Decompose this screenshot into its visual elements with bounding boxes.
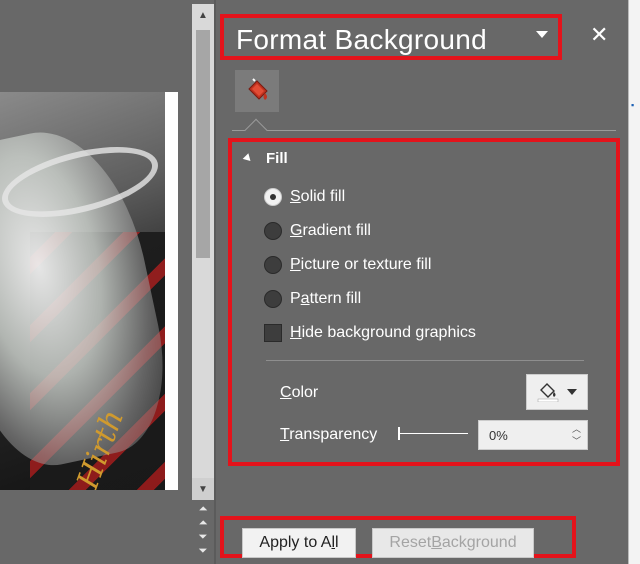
section-separator xyxy=(266,360,584,361)
fill-section-title: Fill xyxy=(266,150,288,167)
tab-underline xyxy=(232,130,616,131)
gradient-fill-option[interactable]: Gradient fill xyxy=(264,222,371,240)
transparency-spinner[interactable]: 0% ︿ ﹀ xyxy=(478,420,588,450)
slide-pager: ⏶ ⏶ ⏷ ⏷ xyxy=(192,502,214,557)
document-edge-strip: ▪ xyxy=(628,0,640,564)
solid-fill-option[interactable]: Solid fill xyxy=(264,188,345,206)
transparency-slider[interactable] xyxy=(398,433,468,434)
slide-thumbnail[interactable]: Hirth xyxy=(0,92,178,490)
paint-bucket-icon xyxy=(537,383,559,402)
fill-tab[interactable] xyxy=(235,70,279,112)
paint-bucket-icon xyxy=(248,78,268,100)
solid-fill-radio[interactable] xyxy=(264,188,282,206)
slide-canvas: Hirth xyxy=(0,0,192,500)
fill-section-header[interactable]: Fill xyxy=(242,150,288,167)
picture-texture-fill-label: Picture or texture fill xyxy=(290,256,432,273)
chevron-down-icon xyxy=(567,389,577,395)
next-slide-icon[interactable]: ⏷ ⏷ xyxy=(192,530,214,558)
hide-background-graphics-checkbox[interactable] xyxy=(264,324,282,342)
increment-icon[interactable]: ︿ xyxy=(572,423,581,435)
picture-texture-fill-radio[interactable] xyxy=(264,256,282,274)
chevron-down-icon[interactable] xyxy=(536,31,548,38)
pattern-fill-radio[interactable] xyxy=(264,290,282,308)
buttons-highlight-box: Apply to All Reset Background xyxy=(220,516,576,558)
collapse-triangle-icon xyxy=(242,153,254,164)
fill-section-highlight-box: Fill Solid fill Gradient fill Picture or… xyxy=(228,138,620,466)
close-icon[interactable]: ✕ xyxy=(590,22,608,48)
apply-to-all-button[interactable]: Apply to All xyxy=(242,528,356,558)
slide-photo: Hirth xyxy=(0,92,165,490)
transparency-value[interactable]: 0% xyxy=(489,428,508,443)
color-label: Color xyxy=(280,384,319,401)
previous-slide-icon[interactable]: ⏶ ⏶ xyxy=(192,502,214,530)
pattern-fill-label: Pattern fill xyxy=(290,290,362,307)
gradient-fill-label: Gradient fill xyxy=(290,222,371,239)
pattern-fill-option[interactable]: Pattern fill xyxy=(264,290,361,308)
picture-texture-fill-option[interactable]: Picture or texture fill xyxy=(264,256,431,274)
scroll-down-arrow-icon[interactable]: ▼ xyxy=(192,478,214,500)
fill-color-button[interactable] xyxy=(526,374,588,410)
reset-background-button[interactable]: Reset Background xyxy=(372,528,534,558)
format-background-pane: Format Background ✕ Fill Solid fill Grad… xyxy=(216,0,628,564)
edge-marker: ▪ xyxy=(631,100,635,110)
scroll-up-arrow-icon[interactable]: ▲ xyxy=(192,4,214,26)
hide-background-graphics-option[interactable]: Hide background graphics xyxy=(264,324,476,342)
hide-background-graphics-label: Hide background graphics xyxy=(290,324,476,341)
scroll-thumb[interactable] xyxy=(196,30,210,258)
transparency-label: Transparency xyxy=(280,426,378,443)
gradient-fill-radio[interactable] xyxy=(264,222,282,240)
solid-fill-label: Solid fill xyxy=(290,188,346,205)
decrement-icon[interactable]: ﹀ xyxy=(572,435,581,447)
spinner-arrows[interactable]: ︿ ﹀ xyxy=(572,423,581,447)
pane-title[interactable]: Format Background xyxy=(236,24,487,56)
title-highlight-box: Format Background xyxy=(220,14,562,60)
vertical-scrollbar[interactable]: ▲ ▼ xyxy=(192,4,214,500)
